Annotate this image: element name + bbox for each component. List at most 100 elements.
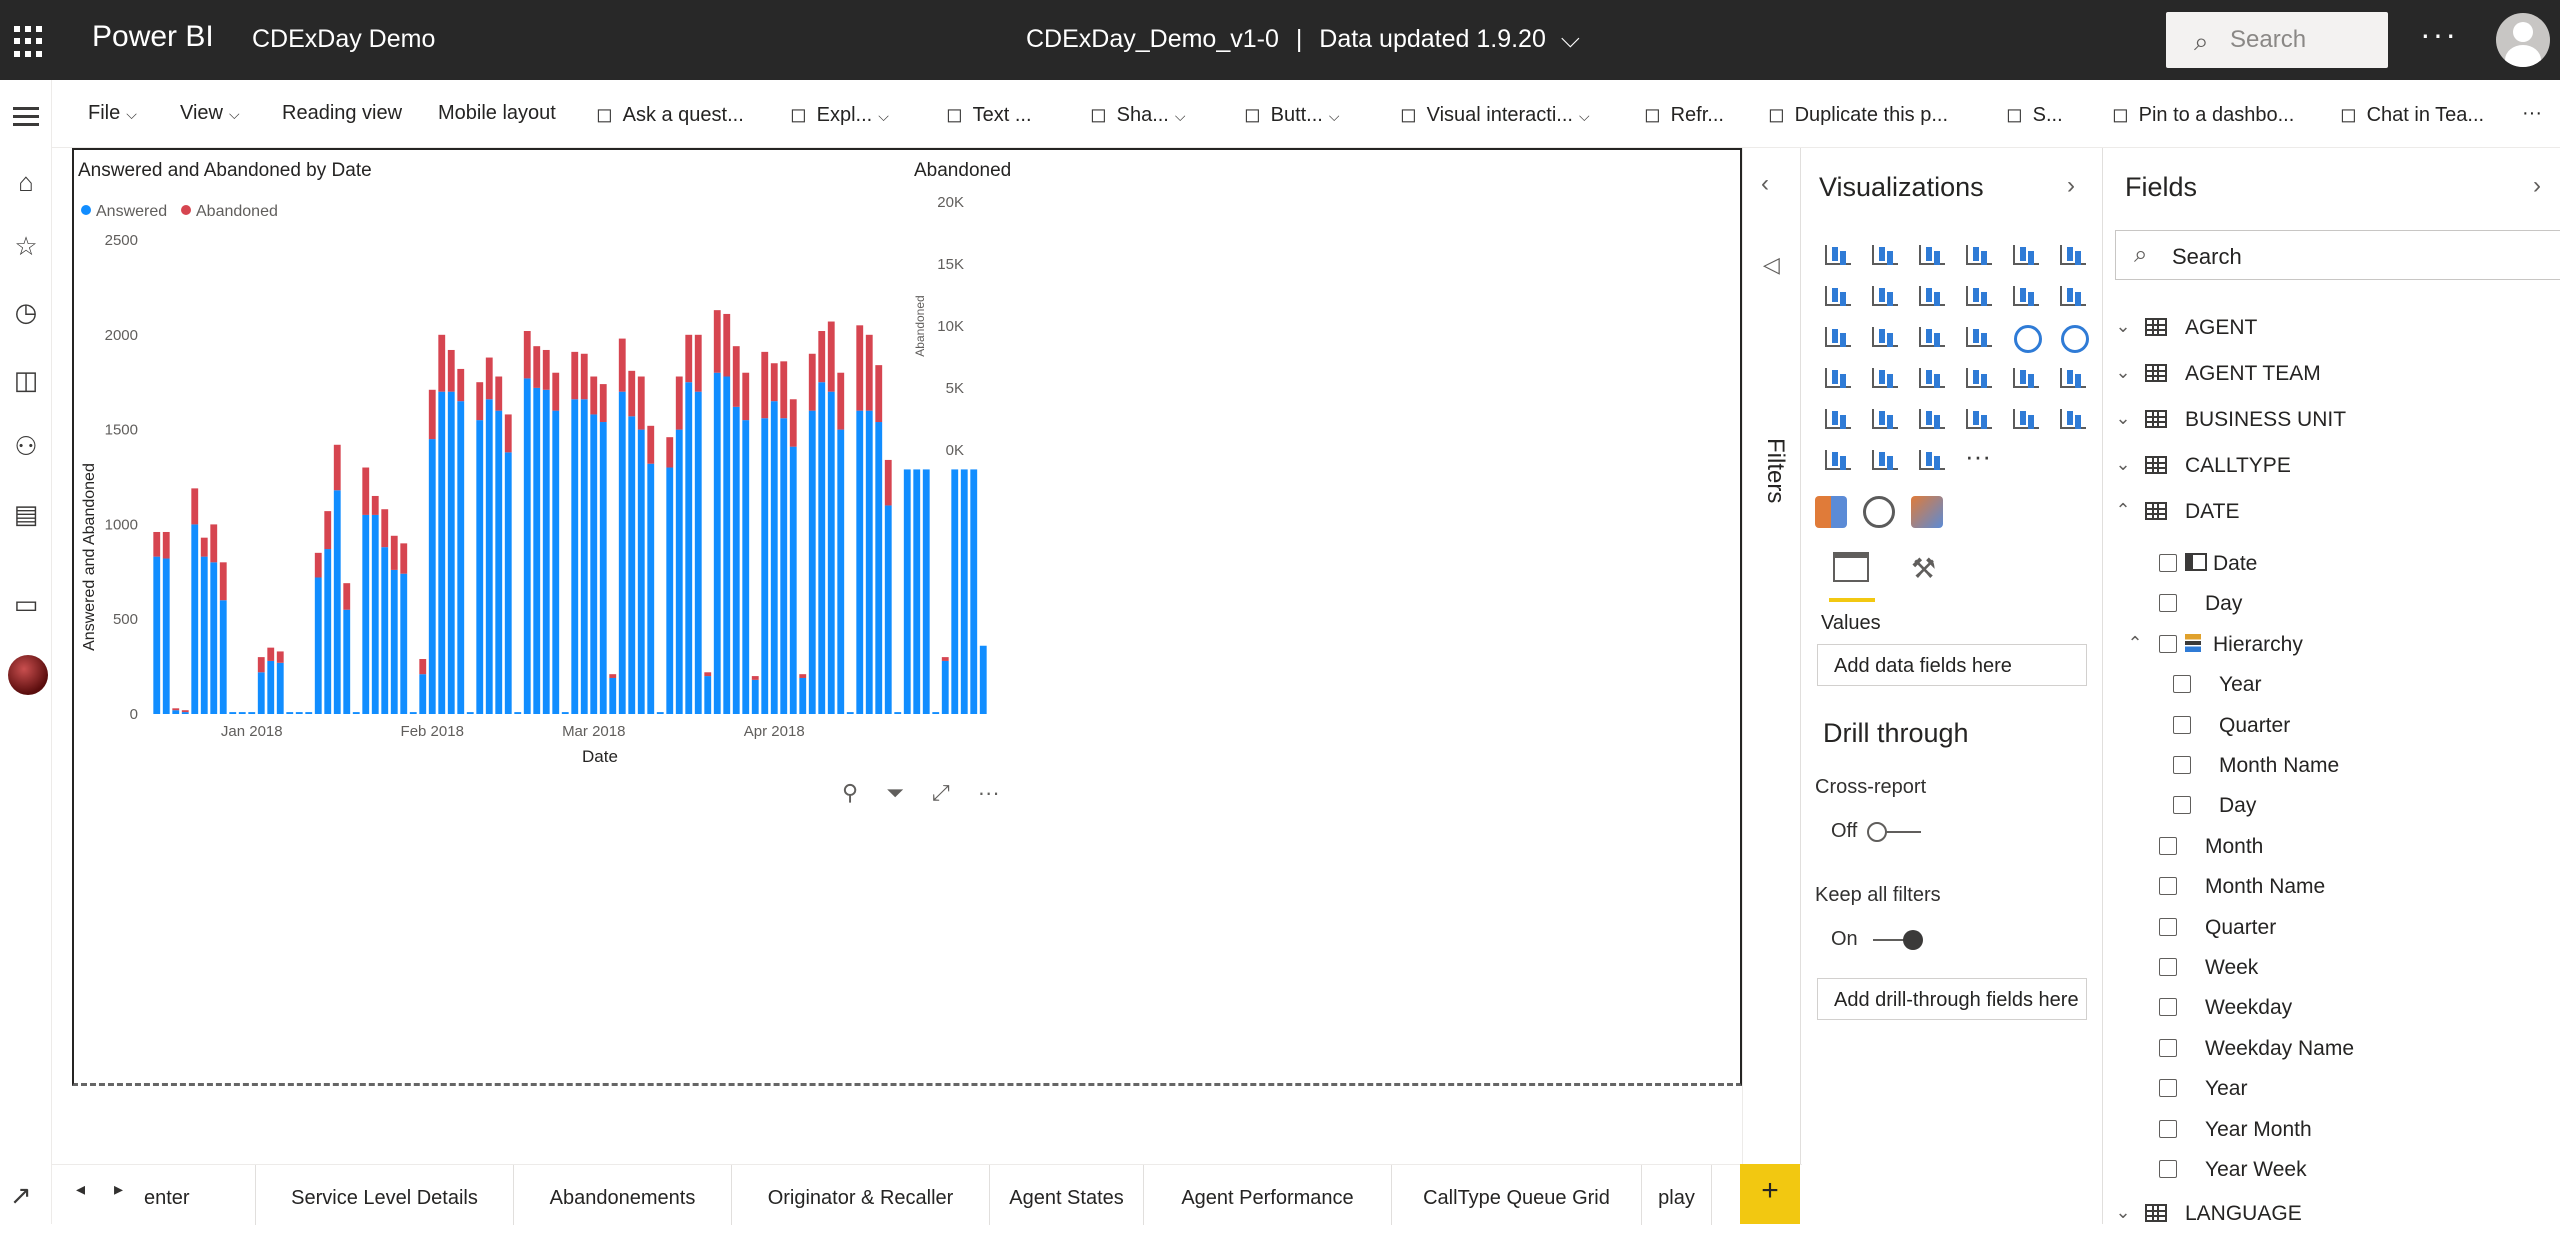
field-item[interactable]: Quarter: [2103, 710, 2560, 746]
home-icon[interactable]: ⌂: [10, 166, 42, 198]
field-item[interactable]: Weekday Name: [2103, 1033, 2560, 1069]
cmd-refr[interactable]: ◻ Refr...: [1644, 102, 1724, 127]
cmd-duplicate-this-p[interactable]: ◻ Duplicate this p...: [1768, 102, 1948, 127]
tab-scroll-right-icon[interactable]: ▸: [114, 1179, 123, 1200]
field-checkbox[interactable]: [2159, 554, 2177, 572]
field-item[interactable]: Year Month: [2103, 1114, 2560, 1150]
field-checkbox[interactable]: [2159, 1160, 2177, 1178]
cmd-chat-in-tea[interactable]: ◻ Chat in Tea...: [2340, 102, 2484, 127]
visual-type-icon[interactable]: [1916, 403, 1946, 433]
field-checkbox[interactable]: [2173, 675, 2191, 694]
field-checkbox[interactable]: [2159, 998, 2177, 1017]
visual-type-icon[interactable]: [1869, 362, 1899, 392]
field-checkbox[interactable]: [2159, 634, 2177, 653]
custom-visual-icon[interactable]: [1815, 496, 1847, 528]
visual-type-icon[interactable]: [1963, 403, 1993, 433]
cmd-text[interactable]: ◻ Text ...: [946, 102, 1032, 127]
visual-type-icon[interactable]: [1916, 239, 1946, 269]
chevron-down-icon[interactable]: ⌄: [2111, 454, 2135, 475]
field-table-business-unit[interactable]: ⌄ BUSINESS UNIT: [2103, 404, 2560, 440]
visual-type-icon[interactable]: [1822, 321, 1852, 351]
field-item[interactable]: Year: [2103, 1073, 2560, 1109]
page-tab[interactable]: play: [1642, 1165, 1712, 1225]
chevron-down-icon[interactable]: ⌄: [2111, 316, 2135, 337]
cmd-sha[interactable]: ◻ Sha... ⌵: [1090, 102, 1186, 127]
filter-icon[interactable]: ⏷: [886, 780, 904, 805]
more-visuals-icon[interactable]: ···: [1958, 439, 1998, 479]
visual-type-icon[interactable]: [2057, 280, 2087, 310]
page-tab[interactable]: enter: [138, 1165, 256, 1225]
hamburger-menu-icon[interactable]: [10, 102, 42, 134]
field-checkbox[interactable]: [2173, 715, 2191, 734]
favorites-star-icon[interactable]: ☆: [10, 230, 42, 262]
cmd-pin-to-a-dashbo[interactable]: ◻ Pin to a dashbo...: [2112, 102, 2294, 127]
chevron-down-icon[interactable]: ⌄: [2111, 1202, 2135, 1223]
field-item[interactable]: Month Name: [2103, 750, 2560, 786]
visual-type-icon[interactable]: [1869, 280, 1899, 310]
field-item[interactable]: Date: [2103, 548, 2560, 584]
more-options-icon[interactable]: ···: [2420, 16, 2458, 53]
focus-mode-icon[interactable]: ⤢: [932, 780, 950, 805]
visual-type-icon[interactable]: [2010, 403, 2040, 433]
visual-type-icon[interactable]: [1963, 321, 1993, 351]
visual-type-icon[interactable]: [2057, 321, 2089, 353]
visual-type-icon[interactable]: [1822, 444, 1852, 474]
visual-type-icon[interactable]: [1916, 321, 1946, 351]
answered-abandoned-chart[interactable]: Answered Abandoned 0 500 1000 1500 2000 2500 Ans…: [72, 150, 1024, 772]
cross-report-toggle[interactable]: Off: [1831, 820, 1921, 843]
values-drop-well[interactable]: Add data fields here: [1817, 644, 2087, 686]
field-checkbox[interactable]: [2159, 1038, 2177, 1057]
visual-type-icon[interactable]: [1916, 444, 1946, 474]
field-item[interactable]: Week: [2103, 952, 2560, 988]
app-brand[interactable]: Power BI: [92, 20, 214, 54]
visual-type-icon[interactable]: [2010, 280, 2040, 310]
cmd-butt[interactable]: ◻ Butt... ⌵: [1244, 102, 1339, 127]
visual-type-icon[interactable]: [1869, 239, 1899, 269]
recent-clock-icon[interactable]: ◷: [10, 296, 42, 328]
visual-type-icon[interactable]: [1963, 362, 1993, 392]
visual-type-icon[interactable]: [1869, 444, 1899, 474]
more-options-icon[interactable]: ···: [978, 780, 1000, 805]
field-table-agent[interactable]: ⌄ AGENT: [2103, 312, 2560, 348]
chevron-down-icon[interactable]: ⌄: [2111, 408, 2135, 429]
field-item[interactable]: Day: [2103, 790, 2560, 826]
tab-scroll-left-icon[interactable]: ◂: [76, 1179, 85, 1200]
cmd-reading-view[interactable]: Reading view: [282, 102, 402, 125]
workspace-avatar[interactable]: [8, 655, 48, 695]
chevron-left-icon[interactable]: ‹: [1761, 170, 1769, 198]
chevron-down-icon[interactable]: ⌄: [2111, 362, 2135, 383]
chevron-down-icon[interactable]: ⌵: [1561, 25, 1580, 53]
field-item[interactable]: ⌃ Hierarchy: [2103, 629, 2560, 665]
visual-type-icon[interactable]: [2057, 403, 2087, 433]
visual-type-icon[interactable]: [2057, 362, 2087, 392]
cmd-s[interactable]: ◻ S...: [2006, 102, 2063, 127]
fields-search-input[interactable]: ⌕ Search: [2115, 230, 2560, 280]
field-table-language[interactable]: ⌄ LANGUAGE: [2103, 1198, 2560, 1234]
field-item[interactable]: Month: [2103, 831, 2560, 867]
cmd-visual-interacti[interactable]: ◻ Visual interacti... ⌵: [1400, 102, 1590, 127]
drill-through-drop-well[interactable]: Add drill-through fields here: [1817, 978, 2087, 1020]
cmd-ask-a-quest[interactable]: ◻ Ask a quest...: [596, 102, 744, 127]
format-paint-roller-icon[interactable]: ⚒: [1911, 552, 1936, 585]
field-checkbox[interactable]: [2173, 756, 2191, 774]
pin-visual-icon[interactable]: ⚲: [842, 780, 858, 805]
field-item[interactable]: Weekday: [2103, 992, 2560, 1028]
visual-type-icon[interactable]: [1822, 239, 1852, 269]
field-checkbox[interactable]: [2173, 796, 2191, 815]
chevron-right-icon[interactable]: ›: [2533, 172, 2541, 200]
global-search-input[interactable]: ⌕ Search: [2166, 12, 2388, 68]
report-title-bar[interactable]: CDExDay_Demo_v1-0 | Data updated 1.9.20 …: [1026, 25, 1580, 54]
learn-book-icon[interactable]: ▤: [10, 498, 42, 530]
filters-label[interactable]: Filters: [1761, 438, 1789, 503]
cmd-view[interactable]: View ⌵: [180, 102, 240, 125]
field-checkbox[interactable]: [2159, 594, 2177, 613]
field-checkbox[interactable]: [2159, 958, 2177, 976]
workspaces-icon[interactable]: ▭: [10, 588, 42, 620]
more-options-icon[interactable]: ···: [2522, 102, 2542, 125]
field-table-date[interactable]: ⌃ DATE: [2103, 496, 2560, 532]
chevron-right-icon[interactable]: ›: [2067, 172, 2075, 200]
field-item[interactable]: Day: [2103, 588, 2560, 624]
app-launcher-icon[interactable]: [14, 26, 46, 58]
visual-type-icon[interactable]: [1869, 403, 1899, 433]
visual-type-icon[interactable]: [1869, 321, 1899, 351]
